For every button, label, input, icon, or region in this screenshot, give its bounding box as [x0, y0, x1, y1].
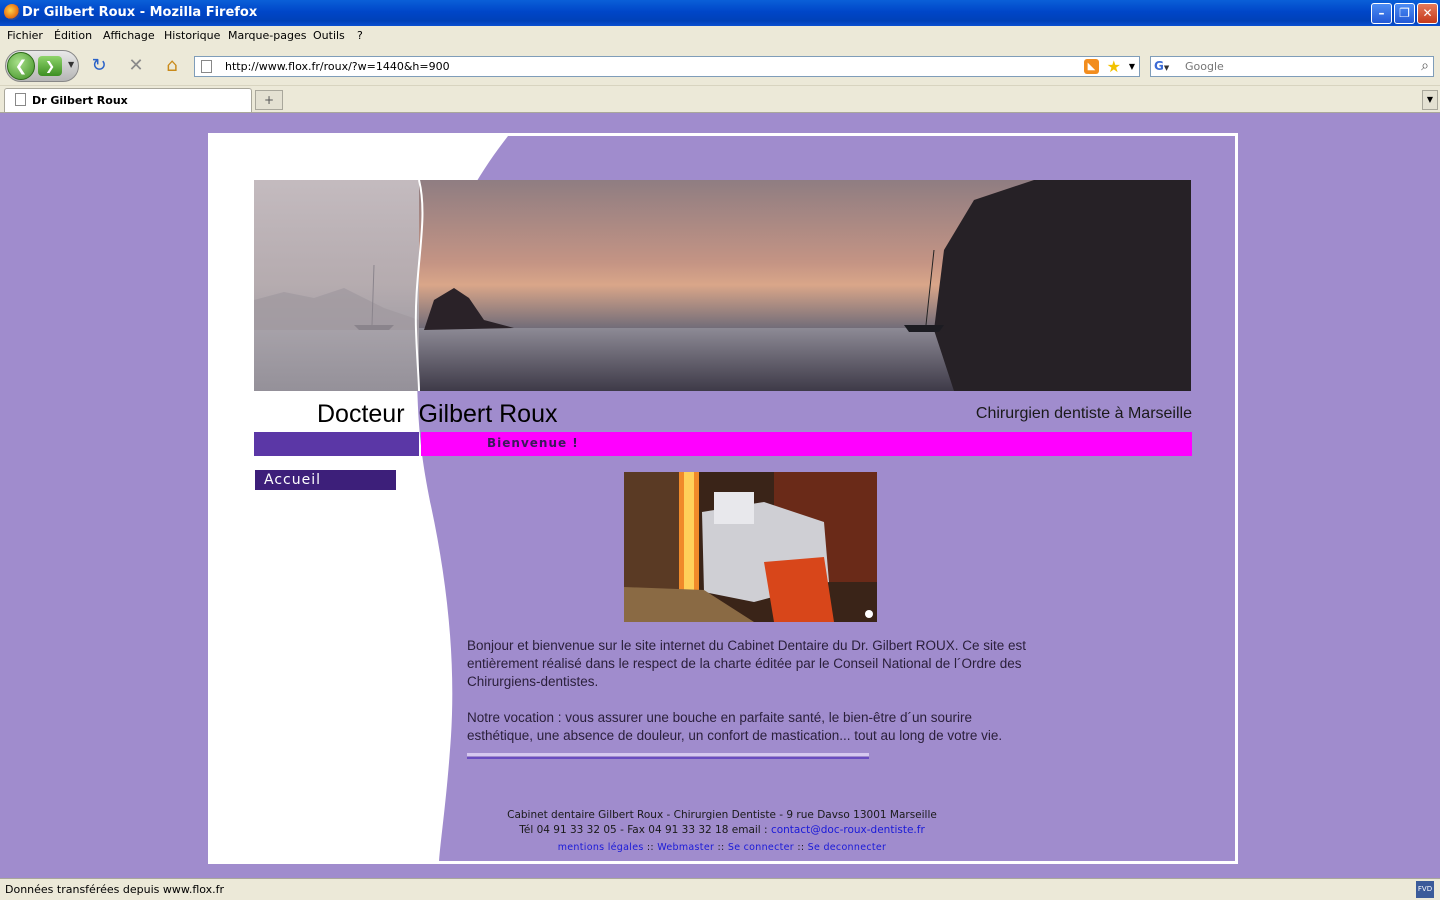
- footer-link-separator: ::: [646, 842, 654, 853]
- back-forward-group: ❮ ❯ ▼: [5, 50, 79, 82]
- reload-icon[interactable]: ↻: [88, 55, 110, 77]
- header-banner-image: [254, 180, 1191, 391]
- addon-icon[interactable]: FVD: [1416, 881, 1434, 898]
- url-text[interactable]: http://www.flox.fr/roux/?w=1440&h=900: [225, 60, 450, 73]
- site-subtitle: Chirurgien dentiste à Marseille: [975, 405, 1192, 422]
- url-bar[interactable]: http://www.flox.fr/roux/?w=1440&h=900 ◣ …: [194, 56, 1140, 77]
- header-bar-label: Bienvenue !: [487, 436, 579, 450]
- home-icon[interactable]: ⌂: [161, 55, 183, 77]
- footer-links: mentions légales :: Webmaster :: Se conn…: [467, 840, 977, 855]
- footer-address: Cabinet dentaire Gilbert Roux - Chirurgi…: [507, 809, 937, 821]
- menu-historique[interactable]: Historique: [164, 29, 220, 42]
- footer-phone: Tél 04 91 33 32 05 - Fax 04 91 33 32 18 …: [519, 824, 768, 836]
- footer-link-separator: ::: [717, 842, 725, 853]
- new-tab-button[interactable]: +: [255, 90, 283, 110]
- search-icon[interactable]: ⌕: [1421, 58, 1429, 74]
- search-bar[interactable]: G▼ ⌕: [1150, 56, 1434, 77]
- menu-help[interactable]: ?: [357, 29, 363, 42]
- maximize-button[interactable]: ❐: [1394, 3, 1415, 24]
- tab-label: Dr Gilbert Roux: [32, 94, 128, 107]
- menu-outils[interactable]: Outils: [313, 29, 345, 42]
- menu-edition[interactable]: Édition: [54, 29, 92, 42]
- header-bar-left: [254, 432, 419, 456]
- intro-text: Bonjour et bienvenue sur le site interne…: [467, 637, 1027, 745]
- nav-link-accueil[interactable]: Accueil: [254, 469, 397, 491]
- site-title-part1: Docteur: [317, 400, 405, 428]
- tab-dr-gilbert-roux[interactable]: Dr Gilbert Roux: [4, 88, 252, 112]
- stop-icon[interactable]: ✕: [125, 55, 147, 77]
- menu-bar: Fichier Édition Affichage Historique Mar…: [0, 26, 1440, 46]
- rss-feed-icon[interactable]: ◣: [1084, 59, 1099, 74]
- search-input[interactable]: [1185, 59, 1405, 74]
- minimize-button[interactable]: –: [1371, 3, 1392, 24]
- tab-strip: Dr Gilbert Roux + ▼: [0, 86, 1440, 113]
- link-se-connecter[interactable]: Se connecter: [728, 842, 794, 853]
- status-text: Données transférées depuis www.flox.fr: [5, 883, 225, 896]
- history-dropdown-icon[interactable]: ▼: [68, 60, 74, 69]
- menu-affichage[interactable]: Affichage: [103, 29, 155, 42]
- tab-list-dropdown-icon[interactable]: ▼: [1422, 90, 1438, 110]
- intro-paragraph: Notre vocation : vous assurer une bouche…: [467, 710, 1003, 743]
- page-content: Docteur Gilbert Roux Chirurgien dentiste …: [0, 113, 1440, 878]
- header-bar-right: Bienvenue !: [421, 432, 1192, 456]
- footer-contact: Tél 04 91 33 32 05 - Fax 04 91 33 32 18 …: [467, 823, 977, 838]
- page-icon: [201, 60, 212, 73]
- office-photo: [624, 472, 877, 622]
- link-mentions-legales[interactable]: mentions légales: [558, 842, 644, 853]
- site-footer: Cabinet dentaire Gilbert Roux - Chirurgi…: [467, 808, 977, 855]
- separator-line: [467, 753, 869, 756]
- separator-line: [467, 757, 869, 759]
- back-button[interactable]: ❮: [7, 52, 35, 80]
- window-titlebar: Dr Gilbert Roux - Mozilla Firefox – ❐ ✕: [0, 0, 1440, 26]
- site-title: Docteur Gilbert Roux: [317, 400, 558, 429]
- window-title: Dr Gilbert Roux - Mozilla Firefox: [22, 5, 258, 20]
- site-title-part2: Gilbert Roux: [418, 400, 558, 428]
- page-icon: [15, 93, 26, 106]
- menu-marque-pages[interactable]: Marque-pages: [228, 29, 306, 42]
- bookmark-star-icon[interactable]: ★: [1107, 57, 1121, 76]
- intro-paragraph: Bonjour et bienvenue sur le site interne…: [467, 638, 1027, 689]
- footer-link-separator: ::: [797, 842, 805, 853]
- link-se-deconnecter[interactable]: Se deconnecter: [808, 842, 887, 853]
- forward-button[interactable]: ❯: [38, 56, 62, 76]
- link-webmaster[interactable]: Webmaster: [657, 842, 714, 853]
- site-container: Docteur Gilbert Roux Chirurgien dentiste …: [208, 133, 1238, 864]
- firefox-icon: [4, 4, 20, 20]
- footer-email-link[interactable]: contact@doc-roux-dentiste.fr: [771, 824, 925, 836]
- menu-fichier[interactable]: Fichier: [7, 29, 43, 42]
- url-dropdown-icon[interactable]: ▼: [1129, 62, 1135, 71]
- google-engine-icon[interactable]: G▼: [1154, 59, 1171, 74]
- status-bar: Données transférées depuis www.flox.fr F…: [0, 878, 1440, 900]
- close-button[interactable]: ✕: [1417, 3, 1438, 24]
